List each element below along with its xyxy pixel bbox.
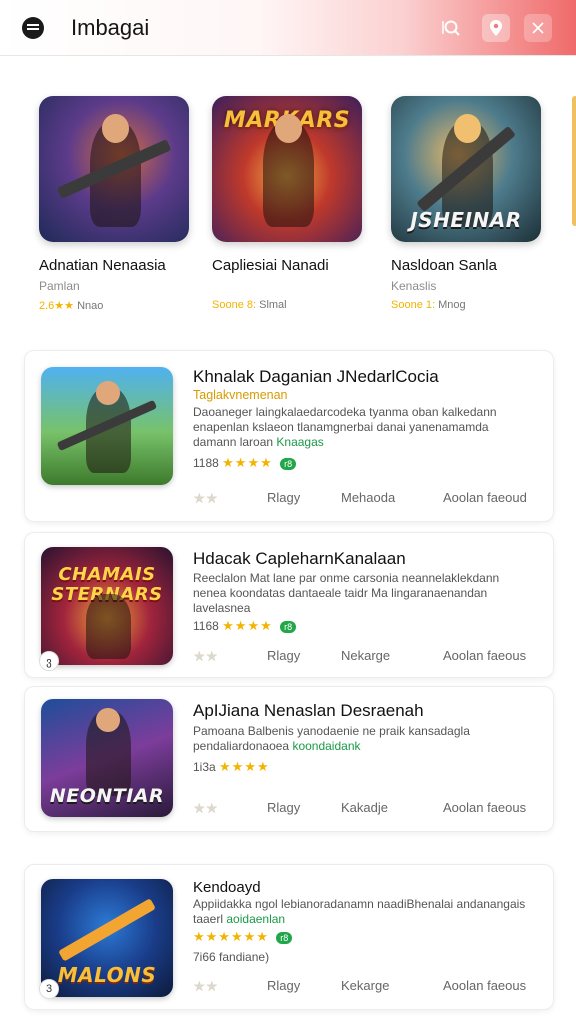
card-actions: ★★ ★★ Rlagy Kekarge Aoolan faeous (193, 978, 527, 994)
card-actions: ★★ ★★ Rlagy Mehaoda Aoolan faeoud (193, 490, 527, 506)
app-description: Daoaneger laingkalaedarcodeka tyanma oba… (193, 405, 533, 450)
description-link[interactable]: Knaagas (276, 435, 323, 449)
featured-title: Capliesiai Nanadi (212, 257, 329, 274)
download-count-badge: 3 (39, 979, 59, 999)
card-actions: ★★ ★★ Rlagy Kakadje Aoolan faeous (193, 800, 527, 816)
rating-stars: ★★★★ (222, 455, 273, 470)
app-subtitle: Taglakvnemenan (193, 388, 288, 402)
featured-meta-text: Mnog (438, 299, 466, 311)
description-text: lavelasnea (193, 601, 251, 615)
game-cover-image (39, 96, 189, 242)
search-icon[interactable] (438, 14, 466, 42)
secondary-action-button[interactable]: Kakadje (341, 800, 388, 815)
play-button[interactable]: Rlagy (267, 978, 300, 993)
menu-icon[interactable] (22, 17, 44, 39)
featured-meta-text: Nnao (77, 300, 104, 312)
location-pin-icon[interactable] (482, 14, 510, 42)
secondary-action-button[interactable]: Nekarge (341, 648, 390, 663)
app-description: Reeclalon Mat lane par onme carsonia nea… (193, 571, 533, 616)
close-icon[interactable] (524, 14, 552, 42)
cover-logo-text: NEONTIAR (49, 785, 165, 807)
card-actions: ★★ ★★ Rlagy Nekarge Aoolan faeous (193, 648, 527, 664)
description-text: Daoaneger laingkalaedarcodeka tyanma oba… (193, 405, 497, 434)
cover-logo-text: JSHEINAR (410, 208, 522, 232)
game-thumbnail: CHAMAIS STERNARS (41, 547, 173, 665)
app-description: Appiidakka ngol lebianoradanamn naadiBhe… (193, 897, 533, 927)
description-link[interactable]: koondaidank (292, 739, 360, 753)
play-button[interactable]: Rlagy (267, 490, 300, 505)
rating-row: 1168 ★★★★ r8 (193, 618, 297, 634)
featured-card[interactable]: MARKARS Capliesiai Nanadi Soone 8: Slmal (212, 96, 364, 311)
game-thumbnail: NEONTIAR (41, 699, 173, 817)
game-thumbnail (41, 367, 173, 485)
app-header: Imbagai (0, 0, 576, 56)
featured-meta-text: Slmal (259, 299, 287, 311)
description-text: damann laroan (193, 435, 274, 449)
app-list-card[interactable]: NEONTIAR ApIJiana Nenaslan Desraenah Pam… (24, 686, 554, 832)
play-button[interactable]: Rlagy (267, 648, 300, 663)
featured-score: 2.6★★ (39, 300, 75, 312)
details-link[interactable]: Aoolan faeoud (443, 490, 527, 505)
next-featured-peek (572, 96, 576, 226)
featured-subtitle: Kenaslis (391, 279, 437, 293)
featured-title: Adnatian Nenaasia (39, 257, 166, 274)
download-count-badge: ვ (39, 651, 59, 671)
cover-logo-text: MALONS (57, 963, 157, 987)
description-text: Pamoana Balbenis yanodaenie ne praik kan… (193, 724, 470, 738)
rating-count: 7i66 fandiane) (193, 950, 270, 964)
featured-score: Soone 1: (391, 299, 436, 311)
featured-card[interactable]: Adnatian Nenaasia Pamlan 2.6★★ Nnao (39, 96, 191, 312)
secondary-action-button[interactable]: Mehaoda (341, 490, 395, 505)
app-title: Imbagai (71, 15, 150, 40)
featured-meta: 2.6★★ Nnao (39, 299, 103, 312)
age-badge: r8 (280, 457, 297, 470)
details-link[interactable]: Aoolan faeous (443, 648, 526, 663)
app-title: ApIJiana Nenaslan Desraenah (193, 701, 424, 720)
rating-count: 1i3a (193, 760, 216, 774)
rating-stars: ★★★★ (222, 618, 273, 633)
age-badge: r8 (280, 620, 297, 633)
app-list-card[interactable]: CHAMAIS STERNARS ვ Hdacak CapleharnKanal… (24, 532, 554, 678)
app-title: Kendoayd (193, 879, 261, 896)
description-text: Reeclalon Mat lane par onme carsonia nea… (193, 571, 500, 600)
app-title: Hdacak CapleharnKanalaan (193, 549, 406, 568)
featured-title: Nasldoan Sanla (391, 257, 497, 274)
featured-card[interactable]: JSHEINAR Nasldoan Sanla Kenaslis Soone 1… (391, 96, 543, 311)
game-thumbnail: MALONS (41, 879, 173, 997)
rating-count: 1188 (193, 456, 219, 470)
app-title: Khnalak Daganian JNedarlCocia (193, 367, 439, 386)
rating-row: 1i3a ★★★★ (193, 759, 270, 775)
description-text: pendaliardonaoea (193, 739, 290, 753)
featured-score: Soone 8: (212, 299, 257, 311)
game-cover-image: JSHEINAR (391, 96, 541, 242)
age-badge: r8 (276, 931, 293, 944)
rating-count: 1168 (193, 619, 219, 633)
featured-meta: Soone 1: Mnog (391, 299, 466, 311)
rating-stars: ★★★★★★ (193, 929, 269, 944)
featured-meta: Soone 8: Slmal (212, 299, 287, 311)
description-link[interactable]: aoidaenlan (226, 912, 285, 926)
details-link[interactable]: Aoolan faeous (443, 978, 526, 993)
secondary-action-button[interactable]: Kekarge (341, 978, 389, 993)
rating-row: 1188 ★★★★ r8 (193, 455, 297, 471)
rating-row: ★★★★★★ r8 (193, 929, 293, 945)
description-text: Appiidakka ngol lebianoradanamn naadiBhe… (193, 897, 454, 911)
featured-subtitle: Pamlan (39, 279, 80, 293)
app-list-card[interactable]: Khnalak Daganian JNedarlCocia Taglakvnem… (24, 350, 554, 522)
play-button[interactable]: Rlagy (267, 800, 300, 815)
app-description: Pamoana Balbenis yanodaenie ne praik kan… (193, 724, 533, 754)
app-list-card[interactable]: MALONS 3 Kendoayd Appiidakka ngol lebian… (24, 864, 554, 1010)
game-cover-image: MARKARS (212, 96, 362, 242)
rating-stars: ★★★★ (219, 759, 270, 774)
details-link[interactable]: Aoolan faeous (443, 800, 526, 815)
